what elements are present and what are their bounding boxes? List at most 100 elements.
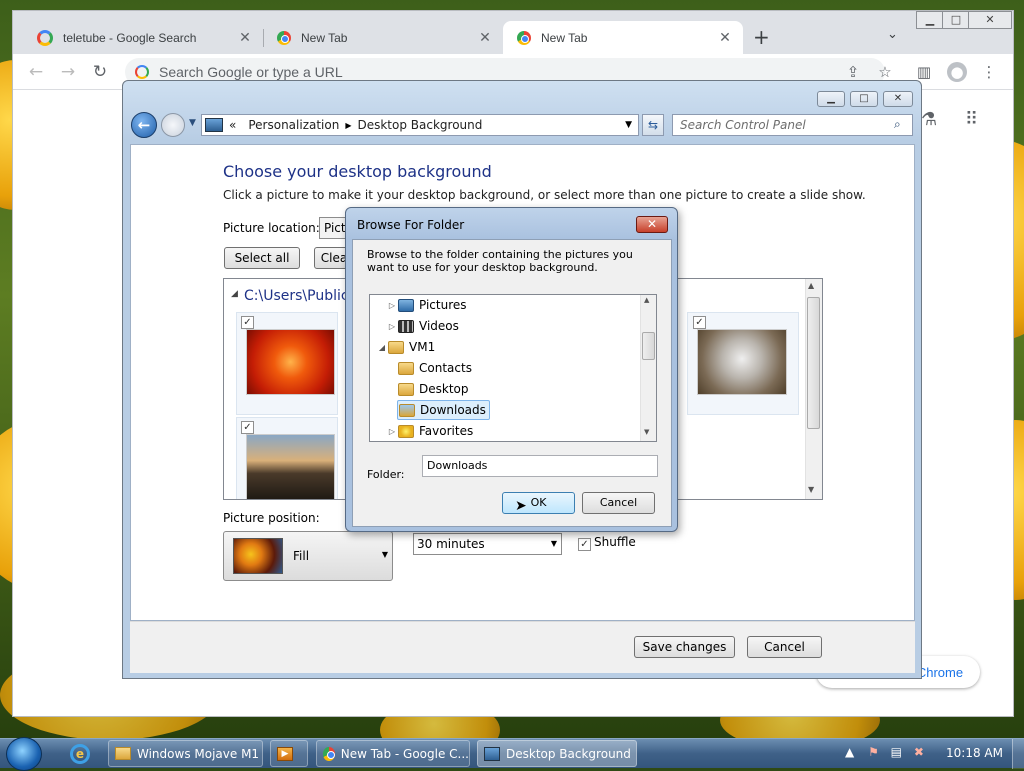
apps-grid-icon[interactable]: ⠿ bbox=[965, 109, 978, 130]
media-player-icon: ▶ bbox=[277, 746, 293, 761]
show-desktop-button[interactable] bbox=[1012, 739, 1024, 769]
picture-checkbox[interactable]: ✓ bbox=[241, 316, 254, 329]
picture-tile-dahlia[interactable]: ✓ bbox=[236, 312, 338, 415]
expand-triangle-icon[interactable]: ▷ bbox=[386, 301, 398, 310]
tree-item-videos[interactable]: ▷ Videos bbox=[386, 316, 459, 336]
side-panel-icon[interactable]: ▥ bbox=[914, 62, 934, 82]
show-hidden-icons-icon[interactable]: ▲ bbox=[845, 745, 854, 759]
picture-checkbox[interactable]: ✓ bbox=[241, 421, 254, 434]
picture-checkbox[interactable]: ✓ bbox=[693, 316, 706, 329]
folder-input[interactable]: Downloads bbox=[422, 455, 658, 477]
dialog-instruction: Browse to the folder containing the pict… bbox=[367, 248, 633, 274]
collapse-group-icon[interactable]: ◢ bbox=[231, 289, 238, 299]
tree-item-vm1[interactable]: ◢ VM1 bbox=[376, 337, 435, 357]
cp-footer: Save changes Cancel bbox=[130, 621, 915, 673]
picture-tile-lighthouse[interactable]: ✓ bbox=[236, 417, 338, 499]
labs-flask-icon[interactable]: ⚗ bbox=[921, 109, 937, 130]
dropdown-arrow-icon: ▼ bbox=[550, 539, 557, 548]
search-icon[interactable]: ⌕ bbox=[894, 117, 901, 132]
cp-forward-button[interactable] bbox=[161, 113, 185, 137]
dropdown-arrow-icon: ▼ bbox=[381, 550, 388, 559]
address-dropdown-icon[interactable]: ▼ bbox=[625, 120, 632, 130]
cp-search-input[interactable]: Search Control Panel bbox=[672, 114, 913, 136]
back-arrow-icon[interactable]: ← bbox=[25, 62, 47, 84]
desktop-folder-icon bbox=[398, 382, 414, 396]
taskbar-button-desktop-background[interactable]: Desktop Background bbox=[477, 740, 637, 767]
tree-scrollbar[interactable]: ▲ ▼ bbox=[640, 295, 656, 441]
cp-address-bar[interactable]: « Personalization ▶ Desktop Background ▼ bbox=[201, 114, 639, 136]
picture-tile-koala[interactable]: ✓ bbox=[687, 312, 799, 415]
downloads-folder-icon bbox=[399, 403, 415, 417]
internet-explorer-icon[interactable]: e bbox=[70, 744, 90, 764]
google-g-icon bbox=[37, 29, 53, 46]
close-tab-icon[interactable]: ✕ bbox=[237, 29, 253, 46]
cp-close-button[interactable]: ✕ bbox=[883, 91, 913, 107]
refresh-icon[interactable]: ⇆ bbox=[642, 114, 664, 136]
tree-label: Downloads bbox=[420, 403, 486, 417]
interval-select[interactable]: 30 minutes ▼ bbox=[413, 533, 562, 555]
tree-label: Favorites bbox=[419, 424, 474, 438]
shuffle-checkbox[interactable]: ✓ bbox=[578, 538, 591, 551]
taskbar-button-chrome[interactable]: New Tab - Google C... bbox=[316, 740, 470, 767]
share-icon[interactable]: ⇪ bbox=[843, 62, 863, 82]
breadcrumb-personalization[interactable]: Personalization bbox=[242, 118, 345, 132]
action-center-flag-icon[interactable]: ⚑ bbox=[868, 745, 879, 759]
close-window-button[interactable]: ✕ bbox=[968, 11, 1012, 29]
tree-label: Pictures bbox=[419, 298, 467, 312]
dialog-cancel-button[interactable]: Cancel bbox=[582, 492, 655, 514]
close-tab-icon[interactable]: ✕ bbox=[477, 29, 493, 46]
recent-pages-chevron-icon[interactable]: ▼ bbox=[189, 118, 196, 128]
shuffle-label: Shuffle bbox=[594, 535, 636, 549]
browse-for-folder-dialog: Browse For Folder ✕ Browse to the folder… bbox=[345, 207, 678, 532]
minimize-button[interactable]: ▁ bbox=[916, 11, 944, 29]
profile-avatar-icon[interactable]: ● bbox=[947, 62, 967, 82]
bookmark-star-icon[interactable]: ☆ bbox=[875, 62, 895, 82]
tree-item-pictures[interactable]: ▷ Pictures bbox=[386, 295, 467, 315]
network-icon[interactable]: ▤ bbox=[891, 745, 902, 759]
cp-minimize-button[interactable]: ▁ bbox=[817, 91, 845, 107]
tree-item-desktop[interactable]: Desktop bbox=[398, 379, 469, 399]
system-clock[interactable]: 10:18 AM bbox=[946, 746, 1003, 760]
position-preview-thumbnail bbox=[233, 538, 283, 574]
cp-back-button[interactable]: ← bbox=[131, 112, 157, 138]
tree-item-contacts[interactable]: Contacts bbox=[398, 358, 472, 378]
expand-triangle-icon[interactable]: ▷ bbox=[386, 322, 398, 331]
control-panel-icon bbox=[205, 118, 223, 132]
cp-maximize-button[interactable]: □ bbox=[850, 91, 878, 107]
tab-teletube-search[interactable]: teletube - Google Search ✕ bbox=[23, 21, 263, 54]
tab-new-tab-2[interactable]: New Tab ✕ bbox=[503, 21, 743, 54]
collapse-triangle-icon[interactable]: ◢ bbox=[376, 343, 388, 352]
forward-arrow-icon[interactable]: → bbox=[57, 62, 79, 84]
taskbar-button-explorer[interactable]: Windows Mojave M1 bbox=[108, 740, 263, 767]
chrome-icon bbox=[517, 30, 531, 45]
ok-button[interactable]: OK bbox=[502, 492, 575, 514]
picture-position-label: Picture position: bbox=[223, 511, 320, 525]
plus-icon[interactable]: + bbox=[753, 25, 770, 49]
tree-item-favorites[interactable]: ▷ Favorites bbox=[386, 421, 473, 441]
scroll-thumb[interactable] bbox=[807, 297, 820, 429]
gallery-scrollbar[interactable]: ▲ ▼ bbox=[805, 279, 822, 499]
select-all-button[interactable]: Select all bbox=[224, 247, 300, 269]
windows-start-button[interactable] bbox=[6, 737, 42, 771]
breadcrumb-desktop-background[interactable]: Desktop Background bbox=[351, 118, 488, 132]
save-changes-button[interactable]: Save changes bbox=[634, 636, 735, 658]
tree-label: VM1 bbox=[409, 340, 436, 354]
folder-icon bbox=[115, 747, 131, 760]
scroll-thumb[interactable] bbox=[642, 332, 655, 360]
volume-muted-icon[interactable]: ✖ bbox=[914, 745, 924, 759]
dialog-close-button[interactable]: ✕ bbox=[636, 216, 668, 233]
cp-cancel-button[interactable]: Cancel bbox=[747, 636, 822, 658]
expand-triangle-icon[interactable]: ▷ bbox=[386, 427, 398, 436]
maximize-button[interactable]: □ bbox=[942, 11, 970, 29]
tab-new-tab-1[interactable]: New Tab ✕ bbox=[263, 21, 503, 54]
picture-position-select[interactable]: Fill ▼ bbox=[223, 531, 393, 581]
tab-title: New Tab bbox=[541, 30, 588, 45]
close-tab-icon[interactable]: ✕ bbox=[717, 29, 733, 46]
position-value: Fill bbox=[293, 549, 310, 563]
taskbar-button-media[interactable]: ▶ bbox=[270, 740, 308, 767]
pictures-folder-icon bbox=[398, 298, 414, 312]
reload-icon[interactable]: ↻ bbox=[89, 62, 111, 84]
menu-kebab-icon[interactable]: ⋮ bbox=[979, 62, 999, 82]
tab-search-chevron-icon[interactable]: ⌄ bbox=[887, 27, 898, 42]
tree-item-downloads[interactable]: Downloads bbox=[397, 400, 490, 420]
